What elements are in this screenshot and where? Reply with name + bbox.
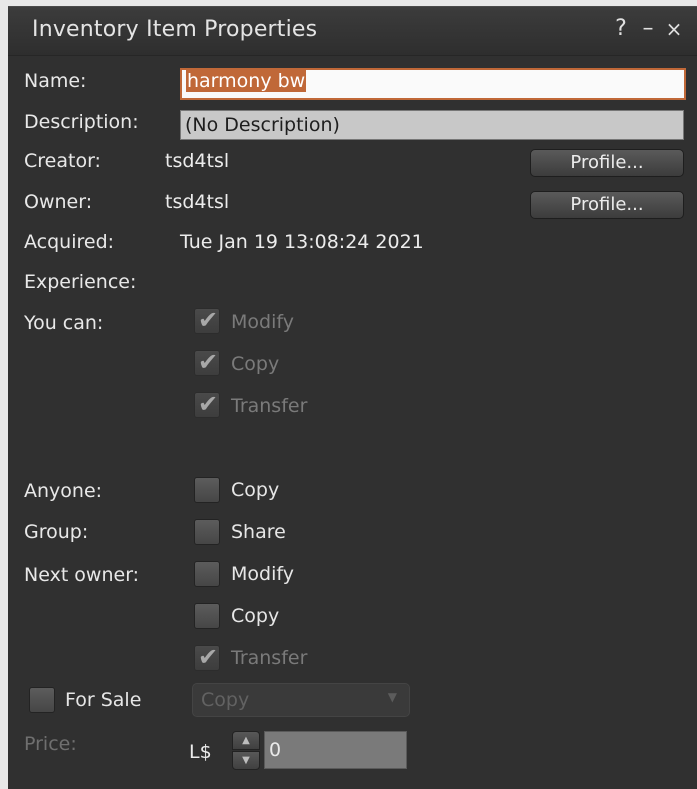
checkmark-icon: ✔ bbox=[198, 643, 219, 671]
help-icon[interactable]: ? bbox=[609, 17, 633, 41]
price-label: Price: bbox=[24, 733, 77, 755]
checkmark-icon: ✔ bbox=[198, 306, 219, 334]
creator-value: tsd4tsl bbox=[165, 150, 230, 172]
you-can-label: You can: bbox=[24, 312, 104, 334]
description-field[interactable]: (No Description) bbox=[180, 110, 684, 140]
experience-label: Experience: bbox=[24, 271, 137, 293]
minimize-icon[interactable]: – bbox=[636, 17, 660, 41]
sale-type-dropdown: Copy ▼ bbox=[192, 683, 410, 717]
creator-label: Creator: bbox=[24, 150, 101, 172]
for-sale-checkbox[interactable] bbox=[29, 687, 55, 713]
you-can-transfer-checkbox: ✔ bbox=[194, 390, 220, 418]
next-owner-modify-label: Modify bbox=[231, 563, 294, 585]
you-can-transfer-label: Transfer bbox=[231, 395, 308, 417]
anyone-copy-checkbox[interactable] bbox=[194, 477, 220, 503]
description-label: Description: bbox=[24, 111, 139, 133]
anyone-copy-label: Copy bbox=[231, 479, 280, 501]
group-share-checkbox[interactable] bbox=[194, 519, 220, 545]
spin-down-icon[interactable]: ▼ bbox=[232, 751, 260, 770]
next-owner-label: Next owner: bbox=[24, 564, 140, 586]
price-input[interactable]: 0 bbox=[264, 731, 407, 769]
next-owner-modify-checkbox[interactable] bbox=[194, 561, 220, 587]
for-sale-label: For Sale bbox=[65, 689, 142, 711]
inventory-item-properties-window: Inventory Item Properties ? – × Name: ha… bbox=[8, 6, 697, 789]
sale-type-selected: Copy bbox=[201, 689, 250, 711]
creator-profile-button[interactable]: Profile... bbox=[530, 149, 684, 177]
next-owner-transfer-label: Transfer bbox=[231, 647, 308, 669]
anyone-label: Anyone: bbox=[24, 480, 103, 502]
you-can-copy-label: Copy bbox=[231, 353, 280, 375]
next-owner-copy-label: Copy bbox=[231, 605, 280, 627]
you-can-modify-checkbox: ✔ bbox=[194, 306, 220, 334]
owner-label: Owner: bbox=[24, 191, 93, 213]
group-label: Group: bbox=[24, 521, 89, 543]
spin-up-icon[interactable]: ▲ bbox=[232, 731, 260, 750]
name-value: harmony bw bbox=[186, 70, 307, 92]
price-spinner: ▲ ▼ bbox=[232, 731, 260, 771]
owner-value: tsd4tsl bbox=[165, 191, 230, 213]
chevron-down-icon: ▼ bbox=[387, 690, 397, 704]
group-share-label: Share bbox=[231, 521, 286, 543]
currency-label: L$ bbox=[189, 741, 212, 763]
checkmark-icon: ✔ bbox=[198, 348, 219, 376]
checkmark-icon: ✔ bbox=[198, 390, 219, 418]
you-can-modify-label: Modify bbox=[231, 311, 294, 333]
name-label: Name: bbox=[24, 70, 87, 92]
owner-profile-button[interactable]: Profile... bbox=[530, 191, 684, 219]
you-can-copy-checkbox: ✔ bbox=[194, 348, 220, 376]
close-icon[interactable]: × bbox=[662, 17, 686, 41]
acquired-value: Tue Jan 19 13:08:24 2021 bbox=[180, 231, 424, 253]
window-title: Inventory Item Properties bbox=[32, 17, 318, 42]
name-field[interactable]: harmony bw bbox=[180, 68, 686, 100]
next-owner-transfer-checkbox: ✔ bbox=[194, 643, 220, 671]
title-bar[interactable]: Inventory Item Properties ? – × bbox=[8, 7, 697, 56]
next-owner-copy-checkbox[interactable] bbox=[194, 603, 220, 629]
acquired-label: Acquired: bbox=[24, 231, 115, 253]
